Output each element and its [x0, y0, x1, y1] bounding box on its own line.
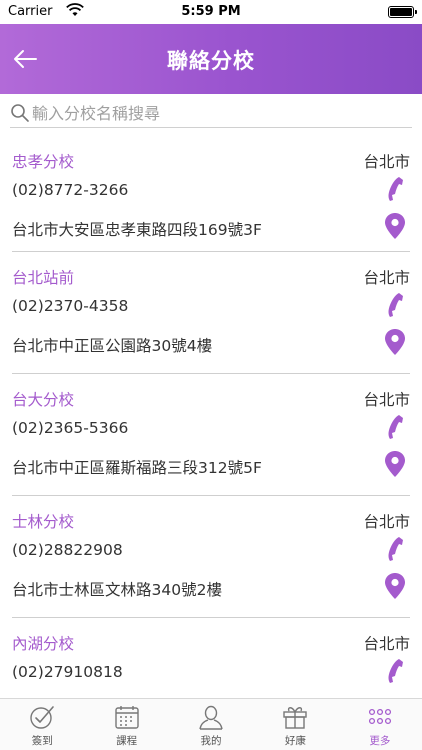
phone-icon[interactable]	[384, 414, 406, 440]
map-pin-icon[interactable]	[384, 328, 406, 356]
search-icon	[11, 104, 29, 122]
phone-icon[interactable]	[384, 176, 406, 202]
search-bar	[10, 100, 412, 128]
branch-item[interactable]: 台北站前 台北市 (02)2370-4358 台北市中正區公園路30號4樓	[12, 252, 410, 374]
branch-address: 台北市士林區文林路340號2樓	[12, 581, 222, 599]
checkmark-circle-icon	[30, 706, 55, 729]
nav-bar: 聯絡分校	[0, 24, 422, 94]
tab-checkin[interactable]: 簽到	[0, 699, 84, 750]
branch-address: 台北市中正區羅斯福路三段312號5F	[12, 459, 262, 477]
tab-more[interactable]: 更多	[338, 699, 422, 750]
branch-phone: (02)8772-3266	[12, 181, 129, 199]
tab-deals[interactable]: 好康	[253, 699, 337, 750]
branch-name: 士林分校	[12, 513, 75, 531]
phone-icon[interactable]	[384, 658, 406, 684]
branch-phone: (02)27910818	[12, 663, 123, 681]
tab-profile[interactable]: 我的	[169, 699, 253, 750]
person-icon	[199, 705, 223, 730]
gift-icon	[283, 707, 308, 729]
battery-icon	[388, 6, 417, 18]
tab-bar: 簽到 課程 我的 好康 更多	[0, 698, 422, 750]
tab-courses[interactable]: 課程	[84, 699, 168, 750]
branch-item[interactable]: 台大分校 台北市 (02)2365-5366 台北市中正區羅斯福路三段312號5…	[12, 374, 410, 496]
phone-icon[interactable]	[384, 292, 406, 318]
branch-name: 台北站前	[12, 269, 75, 287]
status-bar: Carrier 5:59 PM	[0, 0, 422, 24]
tab-label: 我的	[200, 735, 222, 747]
branch-city: 台北市	[363, 269, 410, 287]
tab-label: 簽到	[31, 735, 53, 747]
branch-item[interactable]: 士林分校 台北市 (02)28822908 台北市士林區文林路340號2樓	[12, 496, 410, 618]
map-pin-icon[interactable]	[384, 212, 406, 240]
tab-label: 課程	[116, 735, 138, 747]
branch-city: 台北市	[363, 391, 410, 409]
branch-item[interactable]: 內湖分校 台北市 (02)27910818	[12, 618, 410, 698]
search-input[interactable]	[32, 100, 402, 126]
phone-icon[interactable]	[384, 536, 406, 562]
more-dots-icon	[368, 708, 391, 725]
map-pin-icon[interactable]	[384, 572, 406, 600]
branch-name: 內湖分校	[12, 635, 75, 653]
tab-label: 更多	[369, 735, 391, 747]
branch-name: 台大分校	[12, 391, 75, 409]
map-pin-icon[interactable]	[384, 450, 406, 478]
branch-phone: (02)2370-4358	[12, 297, 129, 315]
branch-item[interactable]: 忠孝分校 台北市 (02)8772-3266 台北市大安區忠孝東路四段169號3…	[12, 136, 410, 252]
branch-address: 台北市中正區公園路30號4樓	[12, 337, 213, 355]
branch-city: 台北市	[363, 635, 410, 653]
branch-name: 忠孝分校	[12, 153, 75, 171]
branch-phone: (02)28822908	[12, 541, 123, 559]
tab-label: 好康	[284, 735, 306, 747]
calendar-icon	[114, 706, 139, 729]
branch-city: 台北市	[363, 513, 410, 531]
branch-phone: (02)2365-5366	[12, 419, 129, 437]
branch-city: 台北市	[363, 153, 410, 171]
status-time: 5:59 PM	[181, 4, 241, 19]
branch-address: 台北市大安區忠孝東路四段169號3F	[12, 221, 262, 239]
branch-list: 忠孝分校 台北市 (02)8772-3266 台北市大安區忠孝東路四段169號3…	[0, 136, 422, 698]
page-title: 聯絡分校	[167, 49, 255, 73]
